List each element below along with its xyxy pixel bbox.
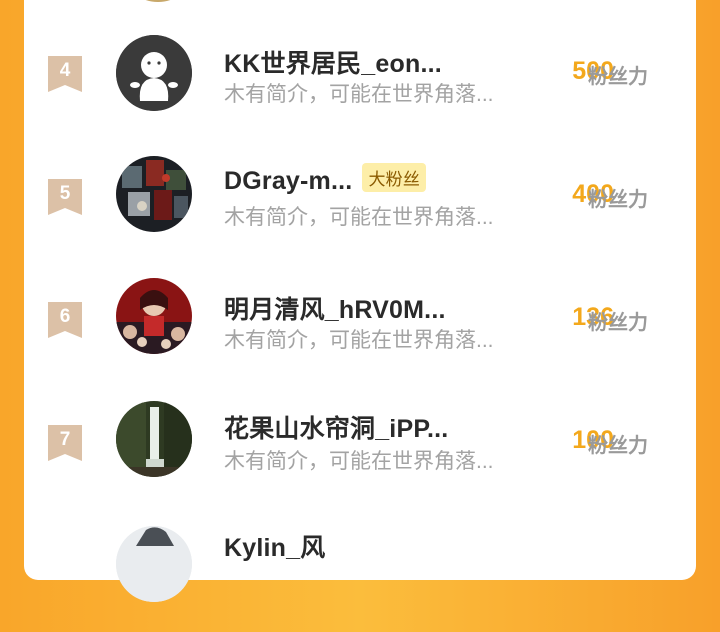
rank-badge: 5 — [48, 179, 82, 215]
rank-number: 5 — [59, 183, 71, 204]
fan-power-unit: 粉丝力 — [588, 312, 648, 334]
rank-badge: 7 — [48, 425, 82, 461]
user-bio: 木有简介，可能在世界角落... — [224, 206, 494, 229]
list-item[interactable]: 6 明月清风_hRV0M... 木有简介，可能在世界角落... 136 粉丝力 — [24, 278, 696, 386]
avatar[interactable] — [116, 401, 192, 477]
user-bio: 木有简介，可能在世界角落... — [224, 450, 494, 473]
list-item[interactable]: 5 DGray-m... 大粉丝 木有简介，可能在世界角落... 400 粉丝力 — [24, 156, 696, 263]
fan-power-unit: 粉丝力 — [588, 189, 648, 211]
avatar[interactable] — [116, 35, 192, 111]
big-fan-badge: 大粉丝 — [362, 163, 427, 192]
rank-number: 7 — [59, 429, 71, 450]
list-item[interactable]: 7 花果山水帘洞_iPP... 木有简介，可能在世界角落... 100 粉丝力 — [24, 401, 696, 509]
avatar[interactable] — [121, 0, 195, 2]
list-item[interactable]: 4 KK世界居民_eon... 木有简介，可能在世界角落... 500 粉丝力 — [24, 35, 696, 140]
user-name-text[interactable]: DGray-m... — [224, 167, 352, 195]
user-name[interactable]: DGray-m... 大粉丝 — [224, 163, 427, 196]
avatar[interactable] — [116, 526, 192, 602]
rank-badge: 4 — [48, 56, 82, 92]
rank-number: 6 — [59, 306, 71, 327]
user-bio: 木有简介，可能在世界角落... — [224, 329, 494, 352]
rank-badge: 6 — [48, 302, 82, 338]
user-name[interactable]: Kylin_风 — [224, 528, 325, 564]
fan-power-unit: 粉丝力 — [588, 435, 648, 457]
user-bio: 木有简介，可能在世界角落... — [224, 83, 494, 106]
user-name[interactable]: KK世界居民_eon... — [224, 44, 442, 80]
user-name[interactable]: 花果山水帘洞_iPP... — [224, 409, 448, 445]
fan-power-unit: 粉丝力 — [588, 66, 648, 88]
avatar[interactable] — [116, 278, 192, 354]
user-name[interactable]: 明月清风_hRV0M... — [224, 290, 446, 326]
fan-ranking-list: 4 KK世界居民_eon... 木有简介，可能在世界角落... 500 粉丝力 … — [24, 0, 696, 602]
list-item[interactable]: Kylin_风 — [24, 526, 696, 632]
rank-number: 4 — [59, 60, 71, 81]
avatar[interactable] — [116, 156, 192, 232]
